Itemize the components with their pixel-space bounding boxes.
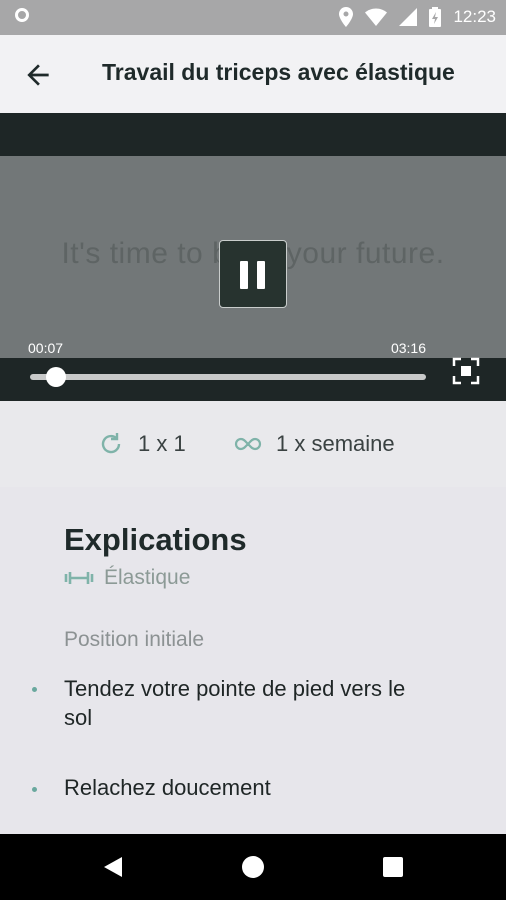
repetitions-value: 1 x 1 bbox=[138, 431, 186, 456]
back-arrow-icon[interactable] bbox=[22, 59, 54, 91]
signal-icon bbox=[399, 8, 418, 26]
nav-home-icon[interactable] bbox=[242, 856, 264, 878]
equipment: Élastique bbox=[64, 566, 190, 590]
bullet-dot-icon bbox=[32, 687, 37, 692]
repetitions: 1 x 1 bbox=[98, 431, 186, 457]
position-subheading: Position initiale bbox=[64, 628, 205, 651]
wifi-icon bbox=[365, 8, 388, 26]
pause-bar-right-icon bbox=[257, 261, 265, 289]
notification-circle-icon bbox=[15, 8, 29, 22]
infinity-icon bbox=[234, 437, 262, 451]
nav-back-icon[interactable] bbox=[102, 855, 124, 879]
page-title: Travail du triceps avec élastique bbox=[102, 59, 455, 85]
video-player[interactable]: It's time to build your future. 00:07 03… bbox=[0, 113, 506, 401]
explanations-section: Explications Élastique Position initiale… bbox=[0, 487, 506, 834]
frequency: 1 x semaine bbox=[234, 431, 395, 457]
refresh-icon bbox=[101, 433, 121, 454]
seek-bar[interactable] bbox=[30, 374, 426, 380]
battery-charging-icon bbox=[429, 7, 442, 27]
status-bar: 12:23 bbox=[0, 0, 506, 35]
location-icon bbox=[339, 7, 354, 27]
instruction-item: Relachez doucement bbox=[64, 775, 271, 800]
pause-button[interactable] bbox=[219, 240, 287, 308]
dumbbell-icon bbox=[64, 572, 94, 584]
status-icons: 12:23 bbox=[339, 7, 496, 27]
fullscreen-icon[interactable] bbox=[452, 357, 480, 385]
elapsed-time: 00:07 bbox=[28, 340, 64, 356]
seek-thumb[interactable] bbox=[46, 367, 67, 387]
instruction-item: Tendez votre pointe de pied vers le sol bbox=[64, 676, 406, 730]
pause-bar-left-icon bbox=[240, 261, 248, 289]
frequency-value: 1 x semaine bbox=[276, 431, 395, 456]
status-time: 12:23 bbox=[453, 7, 496, 26]
system-nav-bar bbox=[0, 834, 506, 900]
equipment-label: Élastique bbox=[104, 566, 191, 589]
app-bar: Travail du triceps avec élastique bbox=[0, 35, 506, 113]
bullet-dot-icon bbox=[32, 787, 37, 792]
exercise-meta: 1 x 1 1 x semaine bbox=[0, 401, 506, 487]
section-heading: Explications bbox=[64, 522, 247, 557]
duration-time: 03:16 bbox=[390, 340, 426, 356]
nav-recents-icon[interactable] bbox=[383, 857, 403, 877]
